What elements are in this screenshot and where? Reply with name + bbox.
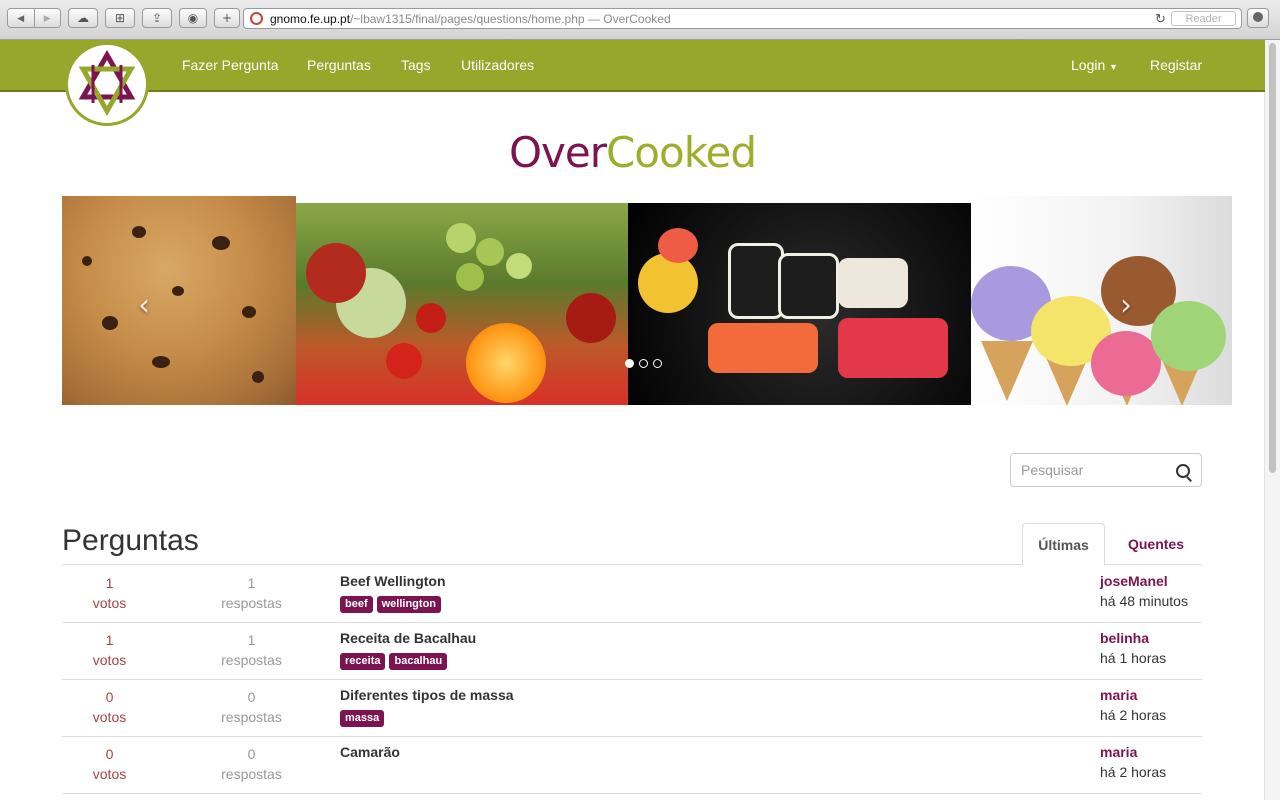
bookmarks-icon[interactable]: ⊞ bbox=[105, 8, 135, 28]
question-tags: massa bbox=[340, 710, 385, 727]
login-dropdown[interactable]: Login ▼ bbox=[1071, 57, 1118, 73]
tab-quentes[interactable]: Quentes bbox=[1110, 523, 1202, 565]
votes-label: votos bbox=[92, 652, 127, 668]
question-time: há 48 minutos bbox=[1100, 593, 1188, 609]
tab-ultimas[interactable]: Últimas bbox=[1022, 523, 1105, 566]
tag-badge[interactable]: beef bbox=[340, 596, 373, 613]
votes-cell: 0 votos bbox=[62, 744, 157, 784]
votes-count: 1 bbox=[105, 632, 114, 648]
answers-label: respostas bbox=[221, 766, 282, 782]
answers-count: 1 bbox=[247, 575, 256, 591]
scrollbar[interactable] bbox=[1264, 40, 1280, 800]
scrollbar-thumb[interactable] bbox=[1269, 43, 1276, 473]
answers-label: respostas bbox=[221, 652, 282, 668]
share-icon[interactable]: ⇪ bbox=[142, 8, 172, 28]
question-time: há 2 horas bbox=[1100, 764, 1167, 780]
question-row: 0 votos 0 respostas Diferentes tipos de ma… bbox=[62, 679, 1202, 737]
site-navbar: Fazer Pergunta Perguntas Tags Utilizador… bbox=[0, 40, 1265, 92]
url-path: /~lbaw1315/final/pages/questions/home.ph… bbox=[350, 12, 585, 26]
answers-count: 0 bbox=[247, 689, 256, 705]
browser-toolbar: ◀ ▶ ☁ ⊞ ⇪ ◉ + gnomo.fe.up.pt/~lbaw1315/f… bbox=[0, 0, 1280, 40]
site-favicon-icon bbox=[250, 12, 263, 25]
votes-label: votos bbox=[92, 766, 127, 782]
nav-tags[interactable]: Tags bbox=[401, 57, 431, 73]
slide-sushi bbox=[628, 203, 971, 405]
answers-count: 0 bbox=[247, 746, 256, 762]
votes-count: 1 bbox=[105, 575, 114, 591]
votes-label: votos bbox=[92, 595, 127, 611]
author-link[interactable]: belinha bbox=[1100, 630, 1149, 646]
nav-utilizadores[interactable]: Utilizadores bbox=[461, 57, 534, 73]
votes-count: 0 bbox=[105, 746, 114, 762]
answers-count: 1 bbox=[247, 632, 256, 648]
votes-cell: 1 votos bbox=[62, 630, 157, 670]
question-row: 1 votos 1 respostas Beef Wellington beef w… bbox=[62, 565, 1202, 623]
votes-cell: 1 votos bbox=[62, 573, 157, 613]
brand-cooked: Cooked bbox=[605, 128, 757, 177]
questions-heading: Perguntas bbox=[62, 524, 199, 557]
question-time: há 2 horas bbox=[1100, 707, 1167, 723]
carousel-prev-icon[interactable]: ‹ bbox=[138, 288, 150, 323]
slide-fruit bbox=[296, 203, 628, 405]
search-input[interactable] bbox=[1021, 461, 1171, 479]
tag-badge[interactable]: wellington bbox=[376, 596, 442, 613]
downloads-icon[interactable] bbox=[1247, 8, 1269, 28]
back-forward-buttons[interactable]: ◀ ▶ bbox=[7, 8, 61, 28]
question-title-link[interactable]: Diferentes tipos de massa bbox=[340, 687, 514, 703]
register-link[interactable]: Registar bbox=[1150, 57, 1202, 73]
address-bar[interactable]: gnomo.fe.up.pt/~lbaw1315/final/pages/que… bbox=[243, 8, 1242, 29]
tag-badge[interactable]: massa bbox=[340, 710, 385, 727]
brand-title: OverCooked bbox=[0, 128, 1265, 177]
carousel-indicator-3[interactable] bbox=[653, 359, 662, 368]
logo-star-icon bbox=[78, 49, 136, 117]
url-host: gnomo.fe.up.pt bbox=[270, 12, 351, 26]
carousel-indicator-1[interactable] bbox=[625, 359, 634, 368]
author-link[interactable]: maria bbox=[1100, 744, 1137, 760]
brand-over: Over bbox=[508, 128, 607, 177]
answers-cell: 0 respostas bbox=[189, 687, 314, 727]
question-title-link[interactable]: Receita de Bacalhau bbox=[340, 630, 476, 646]
question-row: 1 votos 1 respostas Receita de Bacalhau re… bbox=[62, 622, 1202, 680]
reader-button[interactable]: Reader bbox=[1171, 11, 1236, 26]
back-icon[interactable]: ◀ bbox=[8, 9, 34, 27]
question-title-link[interactable]: Camarão bbox=[340, 744, 400, 760]
author-link[interactable]: joseManel bbox=[1100, 573, 1168, 589]
url-text: gnomo.fe.up.pt/~lbaw1315/final/pages/que… bbox=[270, 12, 671, 26]
login-label: Login bbox=[1071, 57, 1106, 73]
forward-icon[interactable]: ▶ bbox=[33, 9, 60, 27]
slide-cookies bbox=[62, 196, 296, 405]
votes-label: votos bbox=[92, 709, 127, 725]
carousel-indicators bbox=[625, 359, 662, 368]
author-link[interactable]: maria bbox=[1100, 687, 1137, 703]
answers-label: respostas bbox=[221, 709, 282, 725]
answers-label: respostas bbox=[221, 595, 282, 611]
page-title-text: — OverCooked bbox=[584, 12, 671, 26]
question-tags: receita bacalhau bbox=[340, 653, 448, 670]
nav-fazer-pergunta[interactable]: Fazer Pergunta bbox=[182, 57, 279, 73]
slide-ice-cream bbox=[971, 196, 1232, 405]
carousel-indicator-2[interactable] bbox=[639, 359, 648, 368]
question-time: há 1 horas bbox=[1100, 650, 1167, 666]
votes-cell: 0 votos bbox=[62, 687, 157, 727]
question-title-link[interactable]: Beef Wellington bbox=[340, 573, 446, 589]
answers-cell: 1 respostas bbox=[189, 573, 314, 613]
answers-cell: 1 respostas bbox=[189, 630, 314, 670]
votes-count: 0 bbox=[105, 689, 114, 705]
question-row: 0 votos 0 respostas Camarão maria há 2 hor… bbox=[62, 736, 1202, 794]
answers-cell: 0 respostas bbox=[189, 744, 314, 784]
tag-badge[interactable]: receita bbox=[340, 653, 386, 670]
site-logo[interactable] bbox=[65, 42, 149, 126]
icloud-icon[interactable]: ☁ bbox=[68, 8, 98, 28]
carousel-next-icon[interactable]: › bbox=[1120, 288, 1132, 323]
reload-icon[interactable]: ↻ bbox=[1155, 11, 1166, 27]
image-carousel[interactable]: ‹ › bbox=[62, 196, 1232, 405]
caret-down-icon: ▼ bbox=[1109, 62, 1119, 72]
nav-perguntas[interactable]: Perguntas bbox=[307, 57, 371, 73]
search-box bbox=[1010, 453, 1202, 487]
new-tab-icon[interactable]: + bbox=[214, 8, 240, 28]
search-icon[interactable] bbox=[1176, 464, 1190, 478]
question-tags: beef wellington bbox=[340, 596, 442, 613]
extension-icon[interactable]: ◉ bbox=[179, 8, 207, 28]
tag-badge[interactable]: bacalhau bbox=[389, 653, 448, 670]
